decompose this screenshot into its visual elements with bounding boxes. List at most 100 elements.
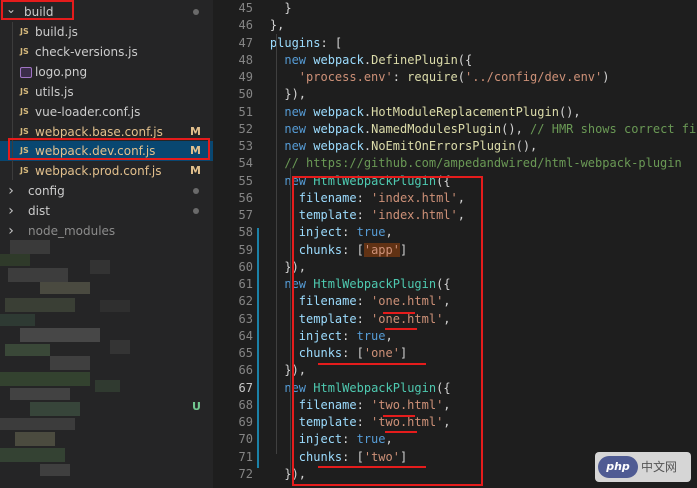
code-text: new webpack.HotModuleReplacementPlugin()… <box>284 104 581 119</box>
git-modified-badge: M <box>190 125 201 138</box>
explorer-item-config[interactable]: › config <box>0 181 213 201</box>
code-line[interactable]: 65 chunks: ['one'] <box>213 345 697 362</box>
folder-label: config <box>28 184 65 198</box>
watermark-text: 中文网 <box>641 460 678 474</box>
chevron-right-icon: › <box>8 203 14 219</box>
code-line[interactable]: 68 filename: 'two.html', <box>213 397 697 414</box>
js-file-icon: JS <box>20 107 29 116</box>
code-line[interactable]: 45 } <box>213 0 697 17</box>
code-text: }), <box>241 87 307 102</box>
blurred-block <box>10 240 50 254</box>
code-line[interactable]: 52 new webpack.NamedModulesPlugin(), // … <box>213 121 697 138</box>
explorer-sidebar: ⌄ build JS build.js JS check-versions.js logo.… <box>0 0 213 488</box>
blurred-block <box>40 282 90 294</box>
code-line[interactable]: 54 // https://github.com/ampedandwired/h… <box>213 155 697 172</box>
blurred-block <box>40 464 70 476</box>
tree-indent-guide <box>12 22 13 180</box>
code-text: template: 'one.html', <box>298 311 451 326</box>
blurred-block <box>8 268 68 282</box>
code-line[interactable]: 55 new HtmlWebpackPlugin({ <box>213 173 697 190</box>
code-line[interactable]: 53 new webpack.NoEmitOnErrorsPlugin(), <box>213 138 697 155</box>
code-text: new HtmlWebpackPlugin({ <box>284 380 451 395</box>
git-modified-badge: M <box>190 144 201 157</box>
explorer-item-webpack-dev-conf-js[interactable]: JS webpack.dev.conf.js M <box>0 141 213 161</box>
annotation-underline <box>383 415 415 417</box>
explorer-item-logo-png[interactable]: logo.png <box>0 62 213 82</box>
blurred-block <box>90 260 110 274</box>
code-line[interactable]: 57 template: 'index.html', <box>213 207 697 224</box>
file-label: vue-loader.conf.js <box>35 105 141 119</box>
indent-guide <box>290 168 291 473</box>
code-line[interactable]: 66 }), <box>213 362 697 379</box>
blurred-block <box>10 388 70 400</box>
code-line[interactable]: 59 chunks: ['app'] <box>213 242 697 259</box>
file-label: utils.js <box>35 85 74 99</box>
folder-label: dist <box>28 204 50 218</box>
code-text: 'process.env': require('../config/dev.en… <box>298 70 610 84</box>
modified-dot-icon <box>193 9 199 15</box>
code-line[interactable]: 62 filename: 'one.html', <box>213 293 697 310</box>
annotation-underline <box>318 466 426 468</box>
code-line[interactable]: 51 new webpack.HotModuleReplacementPlugi… <box>213 104 697 121</box>
code-line[interactable]: 46 }, <box>213 17 697 34</box>
code-text: }), <box>241 259 307 274</box>
git-modified-badge: M <box>190 164 201 177</box>
watermark-logo: php 中文网 <box>595 452 691 482</box>
js-file-icon: JS <box>20 87 29 96</box>
blurred-block <box>50 356 90 370</box>
annotation-underline <box>385 431 417 433</box>
file-label: build.js <box>35 25 78 39</box>
explorer-item-check-versions-js[interactable]: JS check-versions.js <box>0 42 213 62</box>
code-line[interactable]: 56 filename: 'index.html', <box>213 190 697 207</box>
explorer-item-build-js[interactable]: JS build.js <box>0 22 213 42</box>
file-label: webpack.prod.conf.js <box>35 164 162 178</box>
blurred-block <box>100 300 130 312</box>
blurred-block <box>110 340 130 354</box>
code-text: chunks: ['one'] <box>298 346 408 360</box>
chevron-down-icon: ⌄ <box>6 2 17 16</box>
code-line[interactable]: 49 'process.env': require('../config/dev… <box>213 69 697 86</box>
code-text: inject: true, <box>298 225 393 240</box>
blurred-block <box>0 254 30 266</box>
code-line[interactable]: 50 }), <box>213 86 697 103</box>
file-label: logo.png <box>35 65 88 79</box>
code-line[interactable]: 69 template: 'two.html', <box>213 414 697 431</box>
blurred-block <box>20 328 100 342</box>
folder-label: node_modules <box>28 224 116 238</box>
explorer-item-utils-js[interactable]: JS utils.js <box>0 82 213 102</box>
code-line[interactable]: 48 new webpack.DefinePlugin({ <box>213 52 697 69</box>
code-text: filename: 'two.html', <box>298 397 451 412</box>
code-line[interactable]: 60 }), <box>213 259 697 276</box>
code-text: new HtmlWebpackPlugin({ <box>284 173 451 188</box>
explorer-item-vue-loader-conf-js[interactable]: JS vue-loader.conf.js <box>0 102 213 122</box>
code-text: chunks: ['app'] <box>298 242 408 257</box>
blurred-block <box>0 372 90 386</box>
code-text: }), <box>241 363 307 378</box>
code-line[interactable]: 67 new HtmlWebpackPlugin({ <box>213 380 697 397</box>
indent-guide <box>276 34 277 454</box>
blurred-block <box>0 448 65 462</box>
explorer-item-build[interactable]: ⌄ build <box>0 2 213 22</box>
js-file-icon: JS <box>20 47 29 56</box>
code-text: filename: 'one.html', <box>298 294 451 309</box>
code-text: new webpack.NamedModulesPlugin(), // HMR… <box>284 121 697 136</box>
code-line[interactable]: 61 new HtmlWebpackPlugin({ <box>213 276 697 293</box>
explorer-item-node-modules[interactable]: › node_modules <box>0 221 213 241</box>
code-line[interactable]: 58 inject: true, <box>213 224 697 241</box>
code-editor[interactable]: 45 } 46 }, 47 plugins: [48 new webpack.Def… <box>213 0 697 488</box>
modified-dot-icon <box>193 208 199 214</box>
js-file-icon: JS <box>20 146 29 155</box>
code-text: new HtmlWebpackPlugin({ <box>284 277 451 291</box>
git-untracked-badge: U <box>192 400 201 413</box>
code-line[interactable]: 70 inject: true, <box>213 431 697 448</box>
explorer-item-dist[interactable]: › dist <box>0 201 213 221</box>
explorer-item-webpack-prod-conf-js[interactable]: JS webpack.prod.conf.js M <box>0 161 213 181</box>
explorer-item-webpack-base-conf-js[interactable]: JS webpack.base.conf.js M <box>0 122 213 142</box>
blurred-block <box>0 418 75 430</box>
code-line[interactable]: 63 template: 'one.html', <box>213 311 697 328</box>
image-file-icon <box>20 67 32 78</box>
code-line[interactable]: 64 inject: true, <box>213 328 697 345</box>
modified-dot-icon <box>193 188 199 194</box>
blurred-block <box>95 380 120 392</box>
code-line[interactable]: 47 plugins: [ <box>213 35 697 52</box>
